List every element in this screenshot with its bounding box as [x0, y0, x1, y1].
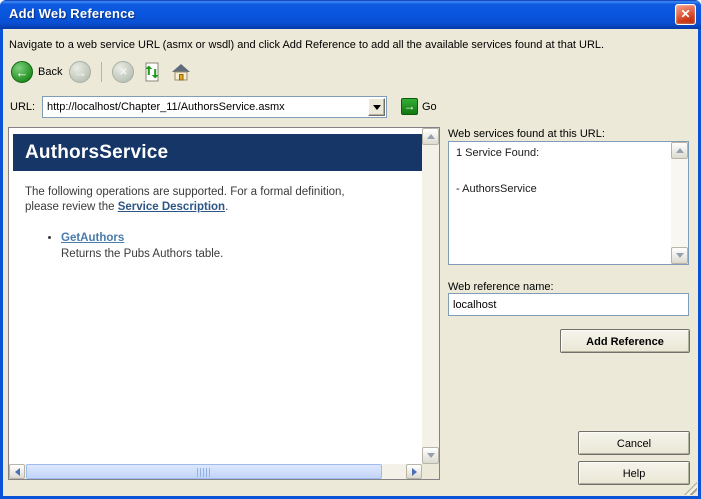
- back-icon[interactable]: ←: [11, 61, 33, 83]
- scroll-down-icon[interactable]: [671, 247, 688, 264]
- main-vertical-scrollbar[interactable]: [422, 128, 439, 464]
- scroll-up-icon[interactable]: [671, 142, 688, 159]
- home-icon[interactable]: [170, 61, 192, 83]
- url-combobox[interactable]: [42, 96, 387, 118]
- service-intro-text: The following operations are supported. …: [25, 185, 422, 215]
- web-reference-name-input[interactable]: [448, 293, 689, 316]
- operations-list: GetAuthors Returns the Pubs Authors tabl…: [9, 231, 422, 262]
- listbox-vertical-scrollbar[interactable]: [671, 142, 688, 264]
- title-bar[interactable]: Add Web Reference ✕: [0, 0, 701, 29]
- go-button[interactable]: → Go: [401, 98, 437, 115]
- services-found-label: Web services found at this URL:: [448, 128, 605, 140]
- dialog-body: Navigate to a web service URL (asmx or w…: [3, 29, 698, 496]
- scrollbar-corner: [422, 464, 439, 479]
- url-input[interactable]: [44, 98, 369, 116]
- services-found-content: 1 Service Found: - AuthorsService: [449, 142, 671, 264]
- url-label: URL:: [10, 101, 35, 113]
- window-title: Add Web Reference: [9, 6, 135, 21]
- service-heading: AuthorsService: [13, 134, 422, 171]
- scroll-left-icon[interactable]: [9, 464, 25, 479]
- horizontal-scroll-thumb[interactable]: [26, 464, 382, 479]
- web-page-content: AuthorsService The following operations …: [9, 128, 422, 464]
- services-found-listbox[interactable]: 1 Service Found: - AuthorsService: [448, 141, 689, 265]
- toolbar-separator: [101, 62, 102, 82]
- refresh-icon[interactable]: [141, 61, 163, 83]
- url-dropdown-button[interactable]: [368, 98, 385, 116]
- main-horizontal-scrollbar[interactable]: [9, 464, 422, 479]
- cancel-button[interactable]: Cancel: [578, 431, 690, 455]
- add-web-reference-dialog: Add Web Reference ✕ Navigate to a web se…: [0, 0, 701, 499]
- go-arrow-icon: →: [401, 98, 418, 115]
- go-button-label: Go: [422, 101, 437, 113]
- forward-icon: →: [69, 61, 91, 83]
- service-count-text: 1 Service Found:: [456, 147, 664, 159]
- scroll-right-icon[interactable]: [406, 464, 422, 479]
- web-page-preview-panel: AuthorsService The following operations …: [8, 127, 440, 480]
- operation-item: GetAuthors Returns the Pubs Authors tabl…: [61, 231, 422, 262]
- service-description-link[interactable]: Service Description: [118, 201, 225, 213]
- service-list-item[interactable]: - AuthorsService: [456, 183, 664, 195]
- back-button-label[interactable]: Back: [38, 66, 62, 78]
- operation-description: Returns the Pubs Authors table.: [61, 248, 223, 260]
- navigation-toolbar: ← Back → ✕: [11, 59, 192, 85]
- scroll-down-icon[interactable]: [422, 447, 439, 464]
- getauthors-link[interactable]: GetAuthors: [61, 231, 124, 246]
- chevron-down-icon: [373, 105, 381, 110]
- stop-icon: ✕: [112, 61, 134, 83]
- intro-line2: please review the: [25, 201, 118, 213]
- close-icon[interactable]: ✕: [675, 4, 696, 25]
- scroll-up-icon[interactable]: [422, 128, 439, 145]
- instruction-text: Navigate to a web service URL (asmx or w…: [9, 39, 604, 51]
- web-reference-name-label: Web reference name:: [448, 281, 554, 293]
- help-button[interactable]: Help: [578, 461, 690, 485]
- intro-suffix: .: [225, 201, 228, 213]
- add-reference-button[interactable]: Add Reference: [560, 329, 690, 353]
- service-title-banner: AuthorsService: [13, 134, 422, 171]
- intro-line1: The following operations are supported. …: [25, 186, 345, 198]
